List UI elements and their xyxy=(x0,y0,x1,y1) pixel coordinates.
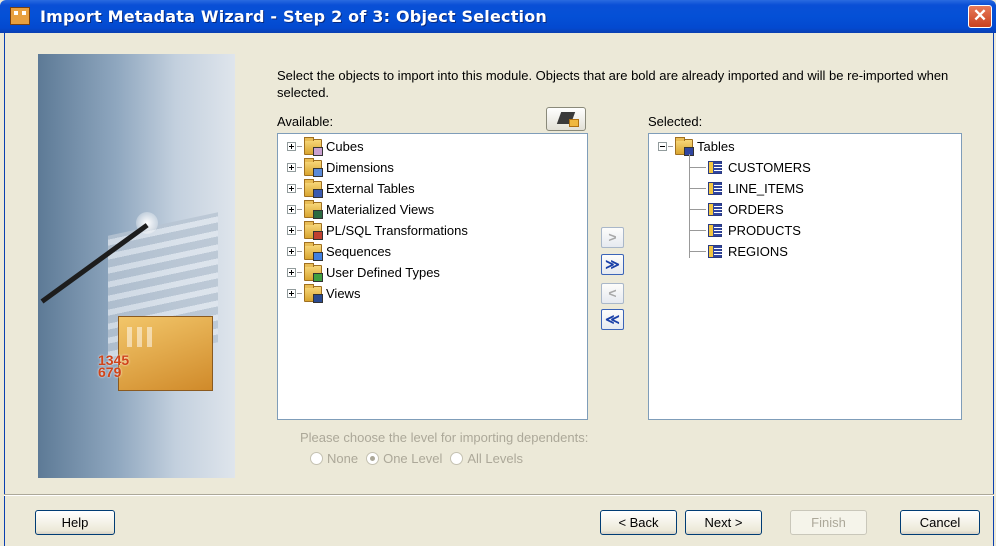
back-button[interactable]: < Back xyxy=(600,510,677,535)
selected-item[interactable]: REGIONS xyxy=(689,241,788,262)
view-folder-icon xyxy=(304,283,323,303)
selected-item-label: CUSTOMERS xyxy=(728,160,811,175)
expand-icon[interactable] xyxy=(287,142,296,151)
radio-one-level[interactable]: One Level xyxy=(366,451,442,466)
external-table-folder-icon xyxy=(304,178,323,198)
dependents-radio-group: None One Level All Levels xyxy=(310,451,531,466)
radio-button[interactable] xyxy=(310,452,323,465)
selected-item-label: PRODUCTS xyxy=(728,223,801,238)
database-cube-icon xyxy=(118,316,213,391)
radio-none[interactable]: None xyxy=(310,451,358,466)
expand-icon[interactable] xyxy=(287,268,296,277)
user-type-folder-icon xyxy=(304,262,323,282)
tree-node-views[interactable]: Views xyxy=(287,283,360,304)
plsql-folder-icon xyxy=(304,220,323,240)
materialized-view-folder-icon xyxy=(304,199,323,219)
tree-node-label: Tables xyxy=(697,139,735,154)
wizard-app-icon xyxy=(10,7,30,25)
tree-node-label: External Tables xyxy=(326,181,415,196)
expand-icon[interactable] xyxy=(287,184,296,193)
tree-node-tables[interactable]: Tables xyxy=(658,136,735,157)
table-icon xyxy=(708,203,722,216)
radio-button[interactable] xyxy=(450,452,464,465)
table-icon xyxy=(708,245,722,258)
dimension-folder-icon xyxy=(304,157,323,177)
tree-node-label: Views xyxy=(326,286,361,301)
tree-node-external-tables[interactable]: External Tables xyxy=(287,178,415,199)
selected-item-label: LINE_ITEMS xyxy=(728,181,804,196)
radio-label: All Levels xyxy=(467,451,523,466)
table-icon xyxy=(708,224,722,237)
table-icon xyxy=(708,182,722,195)
tree-node-materialized-views[interactable]: Materialized Views xyxy=(287,199,434,220)
radio-all-levels[interactable]: All Levels xyxy=(450,451,523,466)
tree-node-label: User Defined Types xyxy=(326,265,440,280)
available-tree[interactable]: Cubes Dimensions External Tables Materia… xyxy=(277,133,588,420)
window-title: Import Metadata Wizard - Step 2 of 3: Ob… xyxy=(40,7,548,26)
sequence-folder-icon xyxy=(304,241,323,261)
radio-label: One Level xyxy=(383,451,443,466)
selected-item-label: REGIONS xyxy=(728,244,788,259)
tree-node-cubes[interactable]: Cubes xyxy=(287,136,364,157)
tree-node-label: PL/SQL Transformations xyxy=(326,223,468,238)
close-button[interactable]: ✕ xyxy=(968,5,992,28)
expand-icon[interactable] xyxy=(287,163,296,172)
tree-node-label: Materialized Views xyxy=(326,202,435,217)
selected-item[interactable]: LINE_ITEMS xyxy=(689,178,804,199)
tree-node-dimensions[interactable]: Dimensions xyxy=(287,157,394,178)
cancel-button[interactable]: Cancel xyxy=(900,510,980,535)
wizard-illustration: 1345 679 xyxy=(38,54,235,478)
radio-button[interactable] xyxy=(366,452,380,465)
selected-item-label: ORDERS xyxy=(728,202,784,217)
selected-item[interactable]: ORDERS xyxy=(689,199,784,220)
instructions-text: Select the objects to import into this m… xyxy=(277,68,949,100)
tree-node-sequences[interactable]: Sequences xyxy=(287,241,391,262)
selected-item[interactable]: PRODUCTS xyxy=(689,220,801,241)
available-label: Available: xyxy=(277,114,334,129)
radio-label: None xyxy=(327,451,359,466)
table-icon xyxy=(708,161,722,174)
table-folder-icon xyxy=(675,136,694,156)
selected-tree[interactable]: Tables CUSTOMERS LINE_ITEMS ORDERS PRODU… xyxy=(648,133,962,420)
dependents-prompt: Please choose the level for importing de… xyxy=(300,430,589,445)
add-all-button[interactable]: ≫ xyxy=(601,254,624,275)
remove-button[interactable]: < xyxy=(601,283,624,304)
help-button[interactable]: Help xyxy=(35,510,115,535)
expand-icon[interactable] xyxy=(287,205,296,214)
expand-icon[interactable] xyxy=(287,226,296,235)
tree-node-label: Cubes xyxy=(326,139,364,154)
expand-icon[interactable] xyxy=(287,247,296,256)
title-bar: Import Metadata Wizard - Step 2 of 3: Ob… xyxy=(0,0,996,33)
selected-item[interactable]: CUSTOMERS xyxy=(689,157,811,178)
finish-button[interactable]: Finish xyxy=(790,510,867,535)
footer-divider xyxy=(4,494,994,496)
cube-folder-icon xyxy=(304,136,323,156)
next-button[interactable]: Next > xyxy=(685,510,762,535)
expand-icon[interactable] xyxy=(287,289,296,298)
tree-node-label: Dimensions xyxy=(326,160,394,175)
find-object-button[interactable] xyxy=(546,107,586,131)
selected-label: Selected: xyxy=(648,114,703,129)
remove-all-button[interactable]: ≪ xyxy=(601,309,624,330)
tree-node-plsql-transformations[interactable]: PL/SQL Transformations xyxy=(287,220,468,241)
tree-node-label: Sequences xyxy=(326,244,392,259)
collapse-icon[interactable] xyxy=(658,142,667,151)
tree-node-user-defined-types[interactable]: User Defined Types xyxy=(287,262,440,283)
illustration-numbers: 1345 679 xyxy=(98,352,130,380)
add-button[interactable]: > xyxy=(601,227,624,248)
